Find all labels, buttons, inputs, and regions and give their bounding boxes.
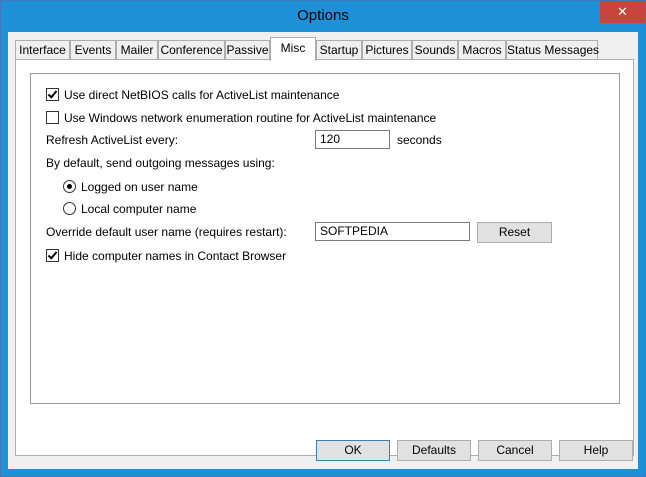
send-as-label: By default, send outgoing messages using… [46, 156, 275, 170]
windows-enum-checkbox-row[interactable]: Use Windows network enumeration routine … [46, 111, 436, 125]
local-computer-radio-row[interactable]: Local computer name [63, 202, 196, 216]
misc-tab-panel: Use direct NetBIOS calls for ActiveList … [15, 59, 634, 456]
local-computer-label: Local computer name [81, 202, 197, 216]
ok-button[interactable]: OK [316, 440, 390, 461]
hide-names-label: Hide computer names in Contact Browser [64, 249, 287, 263]
override-label: Override default user name (requires res… [46, 225, 287, 239]
cancel-button[interactable]: Cancel [478, 440, 552, 461]
options-window: Options ✕ Interface Events Mailer Confer… [0, 0, 646, 477]
logged-on-radio[interactable] [63, 180, 76, 193]
windows-enum-label: Use Windows network enumeration routine … [64, 111, 437, 125]
tab-status-messages[interactable]: Status Messages [506, 40, 599, 59]
refresh-label: Refresh ActiveList every: [46, 133, 179, 147]
logged-on-radio-row[interactable]: Logged on user name [63, 180, 198, 194]
tab-events[interactable]: Events [70, 40, 116, 59]
close-button[interactable]: ✕ [600, 1, 645, 23]
refresh-unit-label: seconds [397, 133, 442, 147]
override-username-input[interactable]: SOFTPEDIA [315, 222, 470, 241]
tab-interface[interactable]: Interface [15, 40, 70, 59]
tab-startup[interactable]: Startup [316, 40, 362, 59]
local-computer-radio[interactable] [63, 202, 76, 215]
windows-enum-checkbox[interactable] [46, 111, 59, 124]
misc-group-box: Use direct NetBIOS calls for ActiveList … [30, 73, 620, 404]
help-button[interactable]: Help [559, 440, 633, 461]
reset-button[interactable]: Reset [477, 222, 552, 243]
hide-names-checkbox-row[interactable]: Hide computer names in Contact Browser [46, 249, 286, 263]
close-icon: ✕ [617, 4, 628, 19]
tab-passive[interactable]: Passive [225, 40, 270, 59]
tab-misc[interactable]: Misc [270, 37, 316, 61]
netbios-label: Use direct NetBIOS calls for ActiveList … [64, 88, 340, 102]
tab-macros[interactable]: Macros [458, 40, 506, 59]
tab-mailer[interactable]: Mailer [116, 40, 158, 59]
netbios-checkbox-row[interactable]: Use direct NetBIOS calls for ActiveList … [46, 88, 339, 102]
tab-conference[interactable]: Conference [158, 40, 225, 59]
netbios-checkbox[interactable] [46, 88, 59, 101]
refresh-interval-input[interactable]: 120 [315, 130, 390, 149]
window-title: Options [297, 7, 349, 24]
title-bar[interactable]: Options ✕ [1, 1, 645, 32]
logged-on-label: Logged on user name [81, 180, 198, 194]
dialog-client: Interface Events Mailer Conference Passi… [8, 32, 638, 469]
tab-pictures[interactable]: Pictures [362, 40, 412, 59]
defaults-button[interactable]: Defaults [397, 440, 471, 461]
hide-names-checkbox[interactable] [46, 249, 59, 262]
tab-sounds[interactable]: Sounds [412, 40, 458, 59]
